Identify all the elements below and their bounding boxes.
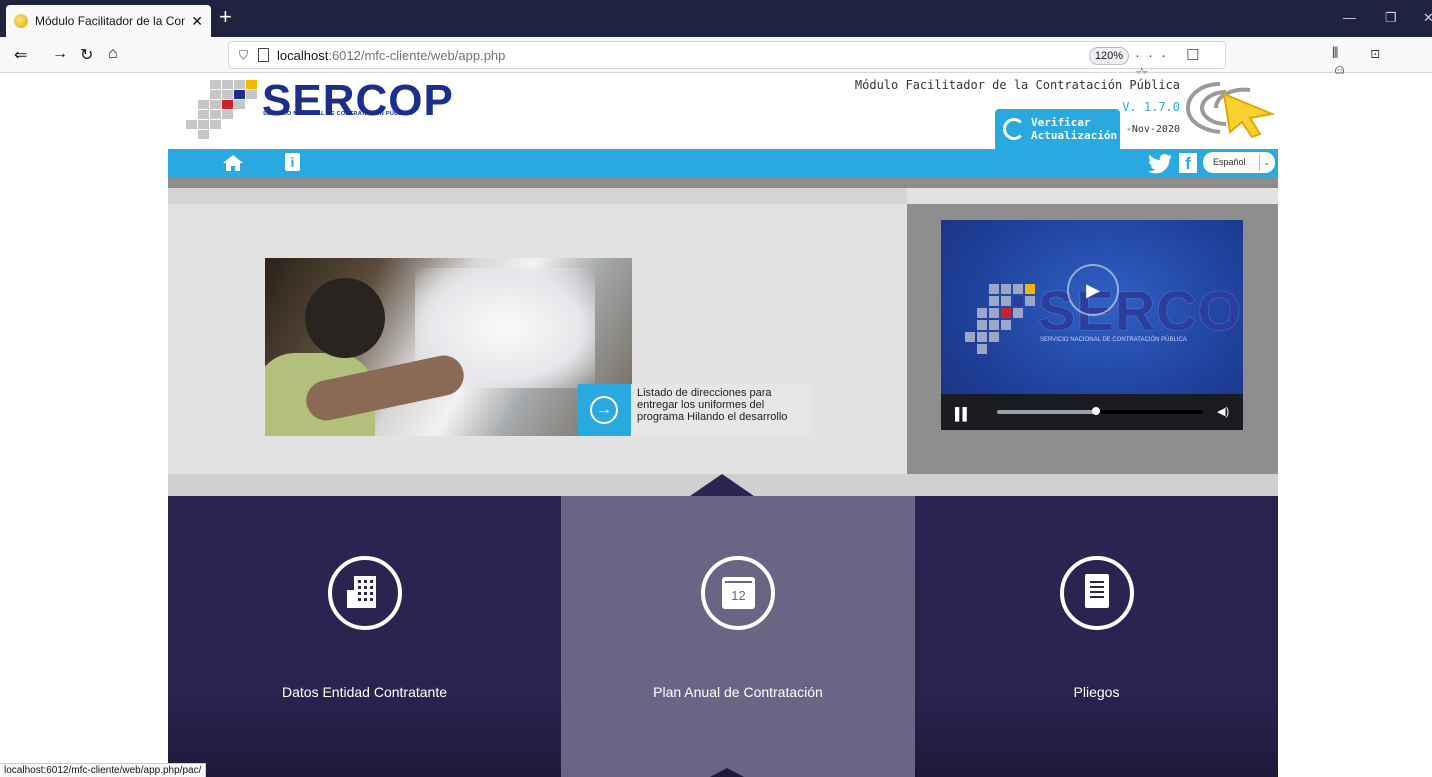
hero-top-strip (168, 188, 907, 204)
link-status-bar: localhost:6012/mfc-cliente/web/app.php/p… (0, 763, 207, 777)
page-info-icon[interactable] (258, 48, 270, 62)
document-icon (1059, 556, 1134, 630)
verify-update-line2: Actualización (1031, 129, 1118, 142)
site-favicon-icon (14, 14, 28, 28)
reload-icon[interactable]: ↻ (80, 45, 93, 65)
twitter-icon[interactable] (1148, 154, 1172, 174)
tile-label: Pliegos (1073, 684, 1120, 700)
new-tab-button[interactable]: + (219, 6, 232, 28)
browser-tabbar: Módulo Facilitador de la Contra ✕ + — ❐ … (0, 0, 1432, 37)
url-bar[interactable]: ⛉ localhost:6012/mfc-cliente/web/app.php… (228, 41, 1226, 82)
page-area: SERCOP SERVICIO NACIONAL DE CONTRATACIÓN… (0, 74, 1432, 777)
sercop-logo-text[interactable]: SERCOP (262, 76, 454, 126)
close-tab-icon[interactable]: ✕ (191, 13, 203, 30)
verify-update-button[interactable]: Verificar Actualización (995, 109, 1120, 149)
tab-title: Módulo Facilitador de la Contra (35, 14, 186, 28)
divider-bar (168, 178, 1278, 188)
refresh-icon (1003, 118, 1025, 140)
home-icon[interactable] (223, 155, 243, 171)
tile-plan-anual[interactable]: 12 Plan Anual de Contratación (561, 496, 915, 777)
active-tile-pointer (690, 474, 754, 496)
language-selected: Español (1213, 157, 1246, 167)
tracking-shield-icon[interactable]: ⛉ (239, 48, 248, 63)
seek-handle[interactable] (1091, 407, 1100, 415)
volume-icon[interactable]: ◀) (1217, 405, 1229, 418)
news-caption-button[interactable]: → (578, 384, 631, 436)
zoom-level-badge[interactable]: 120% (1089, 47, 1129, 65)
release-date: -Nov-2020 (1125, 124, 1180, 135)
video-logo-subtitle: SERVICIO NACIONAL DE CONTRATACIÓN PÚBLIC… (1040, 337, 1187, 343)
language-select[interactable]: Español ⌄ (1203, 152, 1275, 173)
tile-label: Datos Entidad Contratante (282, 684, 447, 700)
video-controls: ▌▌ ◀) (941, 394, 1243, 430)
url-text: localhost:6012/mfc-cliente/web/app.php (277, 47, 506, 63)
building-icon (327, 556, 402, 630)
restore-window-icon[interactable]: ❐ (1385, 10, 1397, 26)
version-label: V. 1.7.0 (1122, 100, 1180, 114)
mfc-cursor-logo-icon (1185, 82, 1276, 138)
pause-icon[interactable]: ▌▌ (955, 407, 971, 421)
calendar-icon: 12 (701, 556, 775, 630)
back-icon[interactable]: ⇐ (14, 45, 27, 65)
home-browser-icon[interactable]: ⌂ (108, 45, 118, 63)
news-caption-text: Listado de direcciones para entregar los… (631, 384, 811, 436)
module-tiles: Datos Entidad Contratante 12 Plan Anual … (168, 496, 1278, 777)
verify-update-line1: Verificar (1031, 116, 1091, 129)
hero-section: → Listado de direcciones para entregar l… (168, 188, 1278, 496)
video-player[interactable]: SERCOP SERVICIO NACIONAL DE CONTRATACIÓN… (941, 220, 1243, 430)
tile-datos-entidad[interactable]: Datos Entidad Contratante (168, 496, 561, 777)
browser-tab[interactable]: Módulo Facilitador de la Contra ✕ (6, 5, 211, 37)
chevron-down-icon[interactable]: ⌄ (1259, 154, 1273, 171)
sercop-logo-mark-icon (186, 80, 257, 140)
news-photo[interactable] (265, 258, 632, 436)
tile-label: Plan Anual de Contratación (653, 684, 823, 700)
facebook-icon[interactable]: f (1179, 153, 1197, 173)
module-title: Módulo Facilitador de la Contratación Pú… (854, 78, 1180, 92)
video-seek-bar[interactable] (997, 407, 1203, 415)
forward-icon[interactable]: → (52, 45, 68, 63)
news-caption[interactable]: → Listado de direcciones para entregar l… (578, 384, 811, 436)
bottom-pointer (710, 768, 744, 777)
info-icon[interactable]: i (285, 153, 300, 171)
site-header: SERCOP SERVICIO NACIONAL DE CONTRATACIÓN… (168, 74, 1278, 149)
minimize-window-icon[interactable]: — (1343, 10, 1356, 25)
site-nav-bar: i f Español ⌄ (168, 149, 1278, 178)
tile-pliegos[interactable]: Pliegos (915, 496, 1278, 777)
play-icon[interactable]: ▶ (1067, 264, 1119, 316)
sercop-site: SERCOP SERVICIO NACIONAL DE CONTRATACIÓN… (168, 74, 1278, 777)
browser-navbar: ⇐ → ↻ ⌂ ⛉ localhost:6012/mfc-cliente/web… (0, 37, 1432, 82)
sercop-logo-subtitle: SERVICIO NACIONAL DE CONTRATACIÓN PÚBLIC… (263, 111, 413, 117)
close-window-icon[interactable]: ✕ (1423, 10, 1432, 26)
arrow-right-icon: → (590, 396, 618, 424)
